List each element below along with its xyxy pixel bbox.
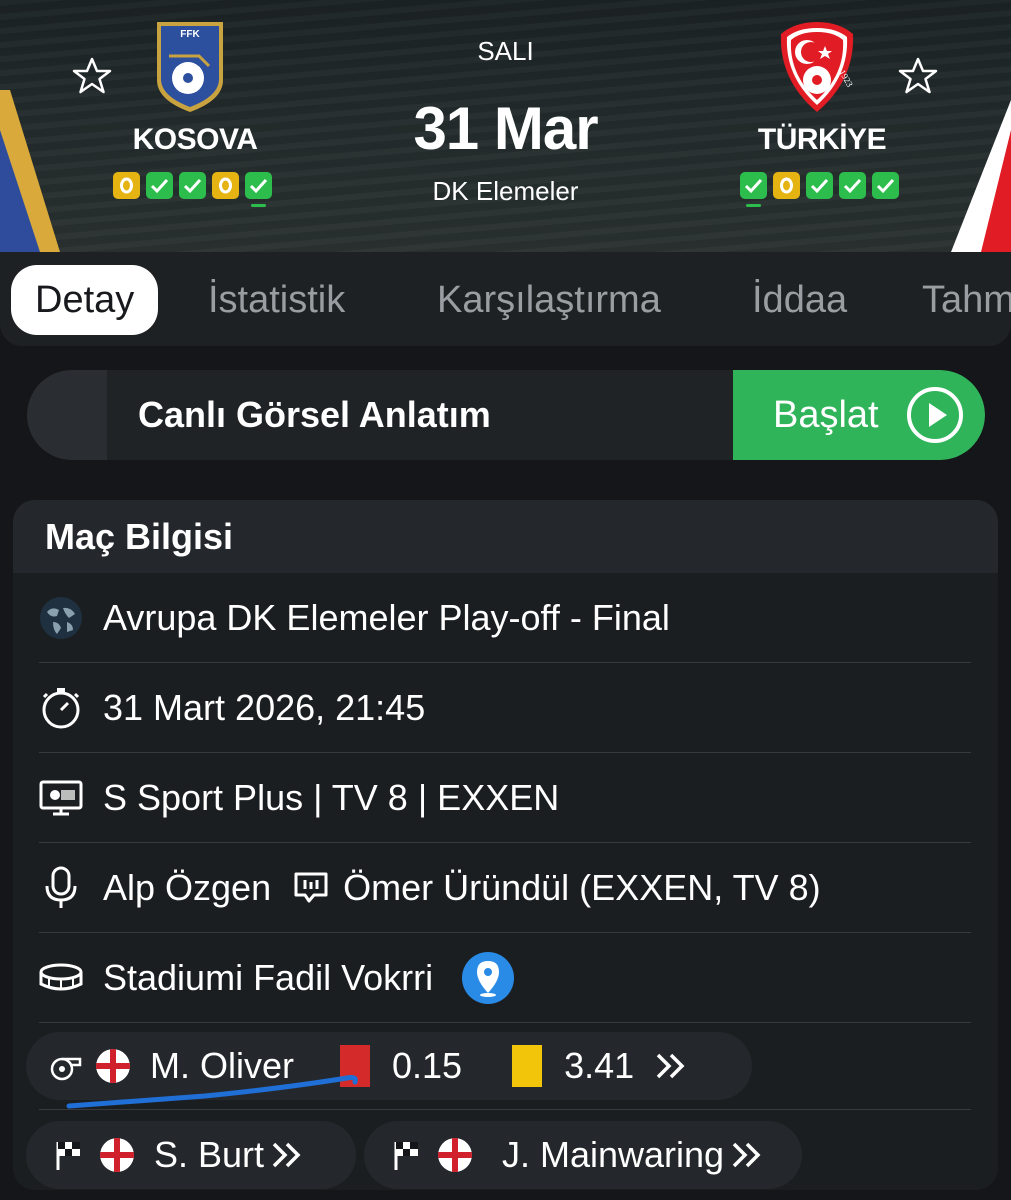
- yellow-card-icon: [512, 1045, 543, 1087]
- corner-flag-icon: [56, 1142, 80, 1170]
- form-win-badge: [839, 172, 866, 199]
- form-win-badge: [740, 172, 767, 207]
- svg-text:FFK: FFK: [180, 29, 200, 40]
- away-form: [740, 172, 899, 207]
- match-day: SALI: [477, 36, 534, 66]
- assistant-referee-name: J. Mainwaring: [502, 1134, 725, 1175]
- match-info-card: Maç Bilgisi Avrupa DK Elemeler Play-off …: [13, 500, 998, 1190]
- competition-name: DK Elemeler: [432, 176, 579, 206]
- broadcast-row: S Sport Plus | TV 8 | EXXEN: [39, 753, 971, 843]
- stopwatch-icon: [42, 687, 80, 728]
- tab-tahmin[interactable]: Tahm: [922, 265, 1011, 335]
- start-button[interactable]: Başlat: [733, 370, 985, 460]
- turkey-crest-icon[interactable]: 1923: [777, 20, 857, 114]
- kosovo-crest-icon[interactable]: FFK: [155, 20, 225, 114]
- circle-icon: [780, 177, 793, 194]
- favorite-star-icon[interactable]: [898, 56, 938, 96]
- commentator-alt-name: Ömer Üründül (EXXEN, TV 8): [343, 866, 821, 908]
- form-win-badge: [806, 172, 833, 199]
- form-win-badge: [179, 172, 206, 199]
- favorite-star-icon[interactable]: [72, 56, 112, 96]
- start-button-label: Başlat: [773, 393, 879, 436]
- broadcast-channels: S Sport Plus | TV 8 | EXXEN: [103, 776, 560, 818]
- live-visual-banner: Canlı Görsel Anlatım Başlat: [27, 370, 985, 460]
- globe-icon: [40, 596, 82, 639]
- double-chevron-icon: [272, 1142, 301, 1168]
- location-pin-icon[interactable]: [461, 951, 515, 1005]
- match-datetime: 31 Mart 2026, 21:45: [103, 686, 426, 728]
- tv-icon: [39, 780, 83, 815]
- form-win-badge: [146, 172, 173, 199]
- form-draw-badge: [212, 172, 239, 199]
- tab-istatistik[interactable]: İstatistik: [208, 265, 345, 335]
- form-win-badge: [872, 172, 899, 199]
- play-icon: [906, 387, 963, 443]
- live-visual-label: Canlı Görsel Anlatım: [138, 394, 491, 435]
- tab-iddaa[interactable]: İddaa: [752, 265, 847, 335]
- check-icon: [150, 178, 169, 194]
- stadium-name: Stadiumi Fadil Vokrri: [103, 956, 434, 998]
- assistant-referee-name: S. Burt: [154, 1134, 265, 1175]
- turkey-flag-edge: [951, 100, 1011, 252]
- away-team-name[interactable]: TÜRKİYE: [722, 123, 922, 157]
- stadium-row: Stadiumi Fadil Vokrri: [39, 933, 971, 1023]
- assistant-referee-pill[interactable]: S. Burt: [26, 1121, 356, 1189]
- commentator-row: Alp Özgen Ömer Üründül (EXXEN, TV 8): [39, 843, 971, 933]
- commentator-name: Alp Özgen: [103, 866, 272, 908]
- tournament-name: Avrupa DK Elemeler Play-off - Final: [103, 596, 670, 638]
- corner-flag-icon: [394, 1142, 418, 1170]
- form-win-badge: [245, 172, 272, 207]
- check-icon: [810, 178, 829, 194]
- tab-bar: Detay İstatistik Karşılaştırma İddaa Tah…: [0, 252, 1011, 346]
- tournament-row[interactable]: Avrupa DK Elemeler Play-off - Final: [39, 573, 971, 663]
- tab-karsilastirma[interactable]: Karşılaştırma: [437, 265, 661, 335]
- check-icon: [249, 178, 268, 194]
- form-draw-badge: [773, 172, 800, 199]
- circle-icon: [120, 177, 133, 194]
- handwritten-underline: [66, 1075, 358, 1109]
- home-form: [113, 172, 272, 207]
- microphone-icon: [45, 866, 77, 908]
- check-icon: [876, 178, 895, 194]
- match-header: FFK 1923 KOSOVA TÜRKİYE SALI 31 Mar DK E…: [0, 0, 1011, 252]
- circle-icon: [219, 177, 232, 194]
- double-chevron-icon: [732, 1142, 761, 1168]
- match-info-title: Maç Bilgisi: [13, 500, 998, 573]
- yellow-card-average: 3.41: [564, 1045, 635, 1086]
- england-flag-icon: [100, 1138, 134, 1172]
- double-chevron-icon: [656, 1053, 685, 1079]
- red-card-average: 0.15: [392, 1045, 463, 1086]
- check-icon: [183, 178, 202, 194]
- tab-detay[interactable]: Detay: [11, 265, 159, 335]
- form-draw-badge: [113, 172, 140, 199]
- comment-icon: [294, 872, 328, 902]
- kosovo-flag-edge: [0, 90, 60, 252]
- check-icon: [843, 178, 862, 194]
- stadium-icon: [39, 963, 83, 990]
- england-flag-icon: [438, 1138, 472, 1172]
- home-team-name[interactable]: KOSOVA: [95, 123, 295, 157]
- check-icon: [744, 178, 763, 194]
- datetime-row: 31 Mart 2026, 21:45: [39, 663, 971, 753]
- match-date: 31 Mar: [413, 95, 598, 162]
- assistant-referee-pill[interactable]: J. Mainwaring: [364, 1121, 802, 1189]
